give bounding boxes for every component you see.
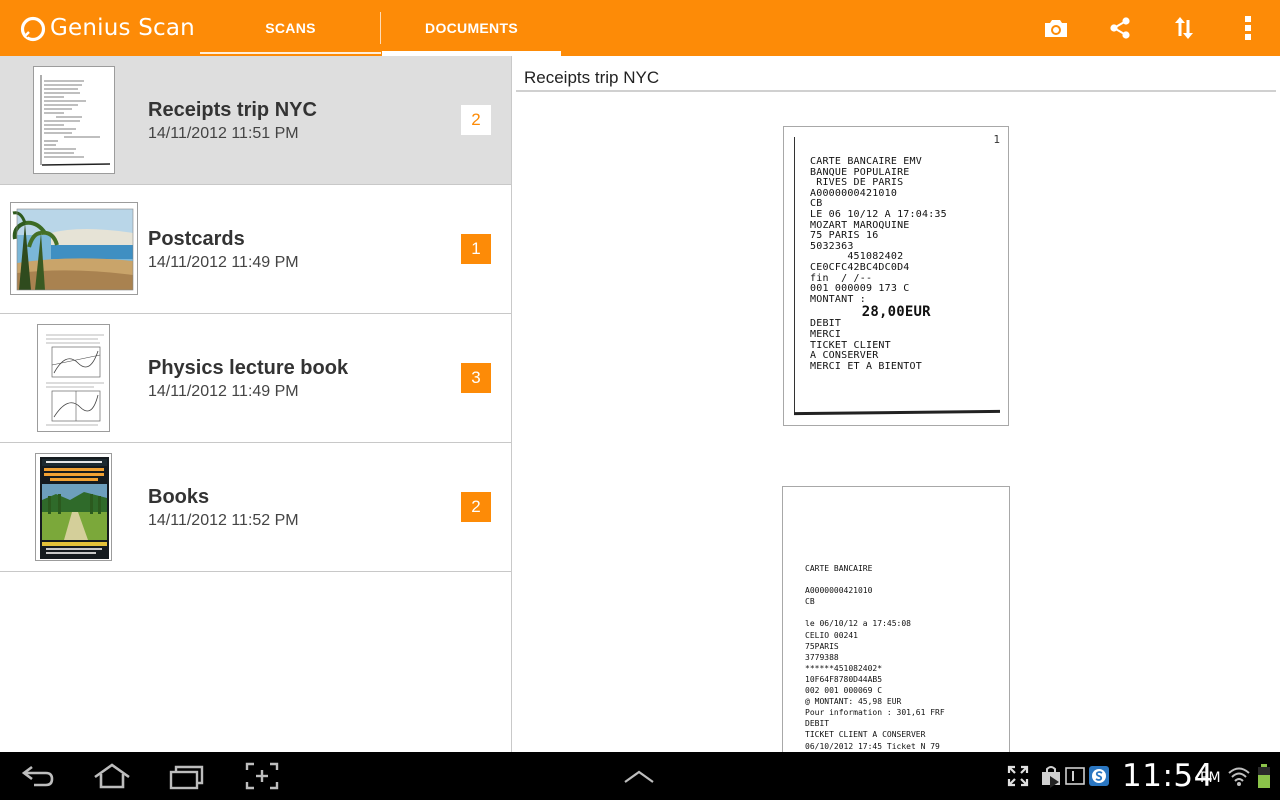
receipt-line: CARTE BANCAIRE EMV <box>810 156 922 167</box>
tab-documents[interactable]: DOCUMENTS <box>382 0 561 56</box>
document-date: 14/11/2012 11:49 PM <box>148 383 299 400</box>
detail-title-underline <box>516 90 1276 92</box>
back-icon[interactable] <box>18 760 58 792</box>
receipt-line: le 06/10/12 a 17:45:08 <box>805 619 911 629</box>
receipt-line: DEBIT <box>805 719 830 729</box>
page-count-badge: 2 <box>461 492 491 522</box>
document-date: 14/11/2012 11:52 PM <box>148 512 299 529</box>
receipt-line: CELIO 00241 <box>805 630 858 640</box>
document-page[interactable]: 1 CARTE BANCAIRE EMV BANQUE POPULAIRE RIV… <box>783 126 1009 426</box>
tab-divider <box>380 12 381 44</box>
list-item-books[interactable]: Books 14/11/2012 11:52 PM 2 <box>0 443 511 572</box>
receipt-line: CB <box>805 597 815 607</box>
document-title: Postcards <box>148 228 245 250</box>
skype-icon <box>1086 760 1112 792</box>
document-date: 14/11/2012 11:51 PM <box>148 125 299 142</box>
document-date: 14/11/2012 11:49 PM <box>148 254 299 271</box>
receipt-line: 75PARIS <box>805 641 839 651</box>
receipt-line: @ MONTANT: 45,98 EUR <box>805 697 902 707</box>
tab-scans[interactable]: SCANS <box>200 0 381 56</box>
system-navigation-bar: 11:54 PM <box>0 752 1280 800</box>
document-thumbnail <box>35 453 112 561</box>
list-item-receipts-trip-nyc[interactable]: Receipts trip NYC 14/11/2012 11:51 PM 2 <box>0 56 511 185</box>
share-icon[interactable] <box>1104 12 1136 44</box>
document-thumbnail <box>10 202 138 295</box>
recent-apps-icon[interactable] <box>167 760 207 792</box>
receipt-line: MERCI <box>810 328 842 340</box>
receipt-text: CARTE BANCAIRE A0000000421010 CB le 06/10… <box>805 563 945 752</box>
page-edge-line <box>794 137 795 415</box>
receipt-line: 002 001 000069 C <box>805 686 883 696</box>
receipt-line: 06/10/2012 17:45 Ticket N 79 <box>805 741 940 751</box>
wifi-icon <box>1226 760 1252 792</box>
receipt-line: A0000000421010 <box>810 187 898 199</box>
document-list: Receipts trip NYC 14/11/2012 11:51 PM 2 <box>0 56 511 752</box>
receipt-line: LE 06 10/12 A 17:04:35 <box>810 208 947 220</box>
receipt-line: 3779388 <box>805 652 839 662</box>
document-thumbnail <box>33 66 115 174</box>
home-icon[interactable] <box>92 760 132 792</box>
receipt-line: TICKET CLIENT A CONSERVER <box>805 730 926 740</box>
receipt-line: 28,00EUR <box>810 304 931 321</box>
page-number: 1 <box>993 133 1000 146</box>
document-thumbnail <box>37 324 110 432</box>
app-drawer-icon[interactable] <box>619 760 659 792</box>
app-title: Genius Scan <box>50 15 195 41</box>
receipt-line <box>805 574 945 585</box>
receipt-line: A0000000421010 <box>805 586 873 596</box>
receipt-line: CARTE BANCAIRE <box>805 564 873 573</box>
list-item-physics-lecture-book[interactable]: Physics lecture book 14/11/2012 11:49 PM… <box>0 314 511 443</box>
document-page[interactable]: CARTE BANCAIRE A0000000421010 CB le 06/10… <box>782 486 1010 752</box>
notification-count-icon <box>1064 760 1086 792</box>
receipt-text: CARTE BANCAIRE EMV BANQUE POPULAIRE RIVES… <box>810 156 947 372</box>
status-ampm: PM <box>1200 770 1221 786</box>
action-bar: Genius Scan SCANS DOCUMENTS <box>0 0 1280 56</box>
receipt-line: CE0CFC42BC4DC0D4 <box>810 261 910 273</box>
sort-icon[interactable] <box>1168 12 1200 44</box>
receipt-line: MERCI ET A BIENTOT <box>810 360 922 372</box>
page-count-badge: 1 <box>461 234 491 264</box>
page-count-badge: 2 <box>461 105 491 135</box>
receipt-line: 10F64F8780D44AB5 <box>805 674 883 684</box>
document-title: Books <box>148 486 210 508</box>
page-count-badge: 3 <box>461 363 491 393</box>
document-title: Physics lecture book <box>148 357 349 379</box>
fullscreen-icon[interactable] <box>998 760 1038 792</box>
document-detail-pane: Receipts trip NYC 1 CARTE BANCAIRE EMV BA… <box>512 56 1280 752</box>
battery-icon <box>1252 760 1276 792</box>
overflow-menu-icon[interactable] <box>1232 12 1264 44</box>
screenshot-icon[interactable] <box>242 760 282 792</box>
play-store-icon <box>1044 766 1064 798</box>
detail-title: Receipts trip NYC <box>524 68 660 87</box>
receipt-line <box>805 607 945 618</box>
receipt-line: ******451082402* <box>805 663 883 673</box>
page-edge-line <box>793 409 1001 416</box>
list-item-postcards[interactable]: Postcards 14/11/2012 11:49 PM 1 <box>0 185 511 314</box>
camera-icon[interactable] <box>1040 12 1072 44</box>
receipt-line: Pour information : 301,61 FRF <box>805 708 945 718</box>
genius-scan-logo[interactable] <box>20 16 46 42</box>
document-title: Receipts trip NYC <box>148 99 317 121</box>
